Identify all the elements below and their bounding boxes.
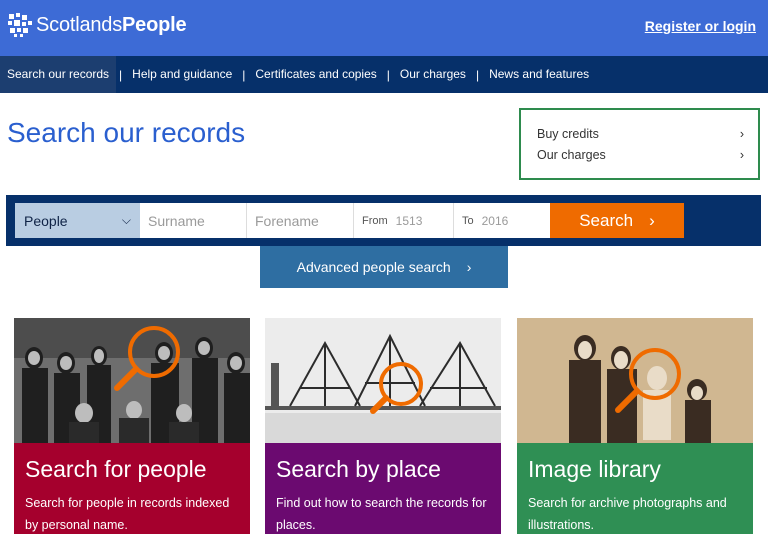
to-year-input[interactable]: To 2016 bbox=[454, 203, 550, 238]
card-description: Find out how to search the records for p… bbox=[276, 496, 487, 532]
card-body-people: Search for people Search for people in r… bbox=[14, 443, 250, 534]
chevron-down-icon: ⌵ bbox=[121, 213, 131, 227]
nav-item-charges[interactable]: Our charges bbox=[393, 56, 473, 93]
card-title: Search for people bbox=[25, 456, 207, 482]
nav-separator: | bbox=[386, 67, 390, 82]
card-description: Search for archive photographs and illus… bbox=[528, 496, 727, 532]
bridge-photo-image bbox=[265, 318, 501, 443]
card-description: Search for people in records indexed by … bbox=[25, 496, 230, 532]
chevron-right-icon: › bbox=[739, 127, 744, 141]
forename-placeholder: Forename bbox=[255, 212, 319, 229]
card-image-place bbox=[265, 318, 501, 443]
site-header: ScotlandsPeople Register or login bbox=[0, 0, 768, 56]
card-search-people[interactable]: Search for people Search for people in r… bbox=[14, 318, 250, 534]
nav-separator: | bbox=[242, 67, 246, 82]
nav-separator: | bbox=[119, 67, 123, 82]
search-button-label: Search bbox=[579, 210, 634, 230]
surname-input[interactable]: Surname bbox=[140, 203, 247, 238]
site-logo[interactable]: ScotlandsPeople bbox=[7, 12, 187, 38]
group-photo-image bbox=[14, 318, 250, 443]
nav-item-certificates[interactable]: Certificates and copies bbox=[248, 56, 383, 93]
children-photo-image bbox=[517, 318, 753, 443]
register-login-link[interactable]: Register or login bbox=[645, 18, 756, 34]
logo-icon bbox=[8, 13, 32, 37]
card-title: Search by place bbox=[276, 456, 441, 482]
search-bar: People ⌵ Surname Forename From 1513 To 2… bbox=[6, 195, 761, 246]
our-charges-link[interactable]: Our charges › bbox=[537, 145, 744, 166]
to-label: To bbox=[462, 214, 474, 227]
nav-item-news[interactable]: News and features bbox=[482, 56, 596, 93]
card-title: Image library bbox=[528, 456, 661, 482]
advanced-search-button[interactable]: Advanced people search › bbox=[260, 246, 508, 288]
card-image-library-photo bbox=[517, 318, 753, 443]
card-image-people bbox=[14, 318, 250, 443]
forename-input[interactable]: Forename bbox=[247, 203, 354, 238]
main-nav: Search our records | Help and guidance |… bbox=[0, 56, 768, 93]
nav-separator: | bbox=[475, 67, 480, 82]
nav-item-help[interactable]: Help and guidance bbox=[125, 56, 239, 93]
chevron-right-icon: › bbox=[739, 148, 744, 162]
from-label: From bbox=[362, 214, 388, 227]
card-body-library: Image library Search for archive photogr… bbox=[517, 443, 753, 534]
surname-placeholder: Surname bbox=[148, 212, 205, 229]
logo-text: ScotlandsPeople bbox=[36, 13, 187, 36]
record-type-select[interactable]: People ⌵ bbox=[15, 203, 140, 238]
card-body-place: Search by place Find out how to search t… bbox=[265, 443, 501, 534]
search-button[interactable]: Search › bbox=[550, 203, 684, 238]
credits-box: Buy credits › Our charges › bbox=[519, 108, 760, 180]
buy-credits-link[interactable]: Buy credits › bbox=[537, 124, 744, 145]
from-placeholder: 1513 bbox=[395, 213, 423, 228]
from-year-input[interactable]: From 1513 bbox=[354, 203, 454, 238]
card-search-place[interactable]: Search by place Find out how to search t… bbox=[265, 318, 501, 534]
page-title: Search our records bbox=[7, 117, 246, 148]
record-type-value: People bbox=[24, 212, 68, 229]
to-placeholder: 2016 bbox=[481, 213, 509, 228]
chevron-right-icon: › bbox=[649, 210, 655, 230]
buy-credits-label: Buy credits bbox=[537, 127, 599, 141]
nav-item-search-records[interactable]: Search our records bbox=[0, 56, 117, 93]
advanced-search-label: Advanced people search bbox=[296, 259, 451, 275]
card-image-library[interactable]: Image library Search for archive photogr… bbox=[517, 318, 753, 534]
chevron-right-icon: › bbox=[466, 259, 472, 275]
our-charges-label: Our charges bbox=[537, 148, 606, 162]
